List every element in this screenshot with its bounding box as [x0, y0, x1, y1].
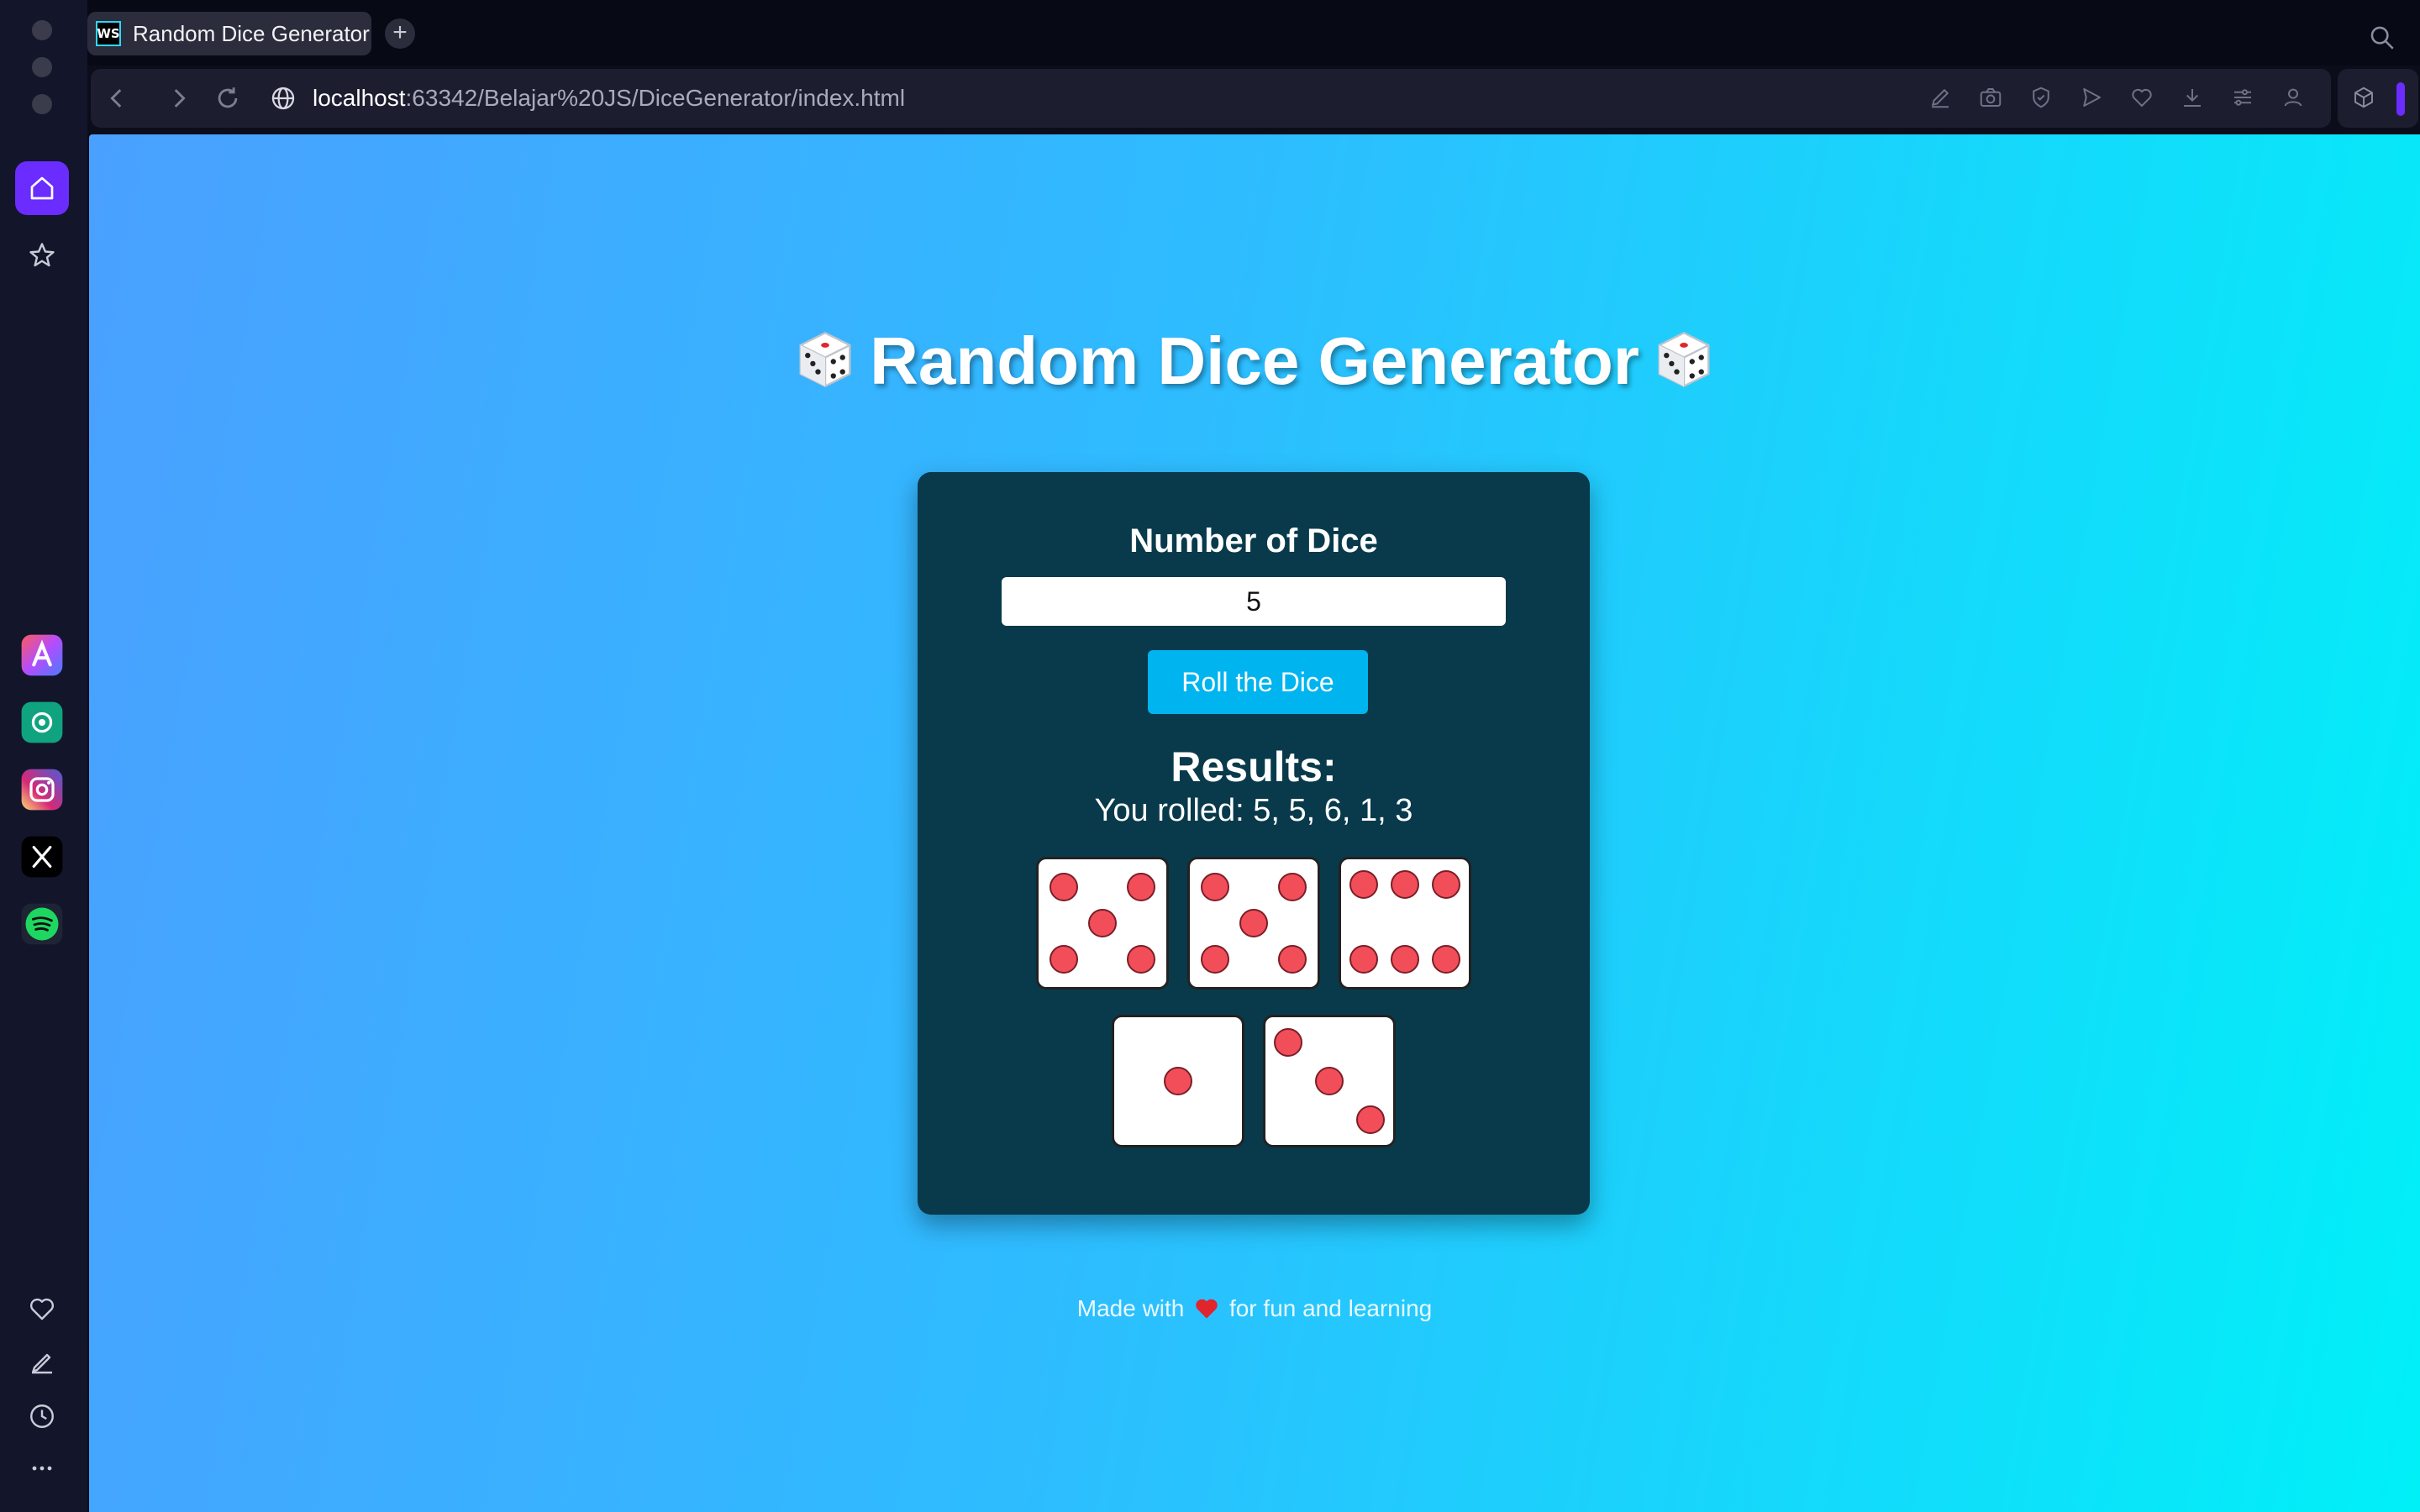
roll-dice-button[interactable]: Roll the Dice	[1148, 650, 1368, 714]
die-pip	[1274, 1028, 1303, 1058]
profile-icon[interactable]	[2281, 85, 2306, 110]
reload-icon[interactable]	[213, 84, 242, 113]
die-pip	[1431, 944, 1460, 974]
dice-emoji-icon	[799, 331, 851, 388]
die-pip	[1391, 870, 1419, 900]
die-face-2	[1187, 857, 1320, 990]
wishlist-button[interactable]	[15, 1282, 69, 1336]
webstorm-favicon-icon: WS	[96, 21, 121, 46]
die-pip	[1239, 909, 1268, 937]
window-close-button[interactable]	[32, 20, 52, 40]
camera-icon[interactable]	[1978, 85, 2003, 110]
forward-icon[interactable]	[165, 84, 193, 113]
shield-icon[interactable]	[2028, 85, 2054, 110]
more-icon	[32, 1466, 52, 1471]
new-tab-button[interactable]: +	[385, 18, 415, 49]
instagram-app-button[interactable]	[15, 763, 69, 816]
die-pip	[1126, 873, 1155, 902]
die-pip	[1126, 944, 1155, 974]
footer-text-after: for fun and learning	[1228, 1295, 1433, 1321]
tab-active[interactable]: WS Random Dice Generator	[87, 12, 371, 55]
die-pip	[1050, 873, 1079, 902]
die-pip	[1315, 1067, 1344, 1095]
die-pip	[1201, 944, 1230, 974]
notes-button[interactable]	[15, 1336, 69, 1389]
red-heart-icon	[1196, 1299, 1218, 1319]
number-of-dice-input[interactable]	[1002, 577, 1506, 626]
heart-icon[interactable]	[2129, 85, 2154, 110]
page-title: Random Dice Generator	[89, 323, 2420, 400]
die-face-5	[1263, 1015, 1396, 1147]
die-pip	[1088, 909, 1117, 937]
die-face-1	[1036, 857, 1169, 990]
x-app-button[interactable]	[15, 830, 69, 884]
download-icon[interactable]	[2180, 85, 2205, 110]
window-minimize-button[interactable]	[32, 57, 52, 77]
back-icon[interactable]	[103, 84, 131, 113]
home-icon	[30, 176, 54, 200]
footer: Made with for fun and learning	[89, 1295, 2420, 1322]
tab-strip	[87, 0, 2420, 66]
send-icon[interactable]	[2079, 85, 2104, 110]
spotify-app-icon	[21, 903, 63, 945]
die-face-4	[1112, 1015, 1244, 1147]
settings-icon[interactable]	[2230, 85, 2255, 110]
page-title-text: Random Dice Generator	[870, 323, 1639, 398]
history-button[interactable]	[15, 1389, 69, 1443]
die-pip	[1050, 944, 1079, 974]
number-of-dice-label: Number of Dice	[1129, 522, 1378, 559]
heart-icon	[30, 1298, 54, 1320]
clock-icon	[30, 1404, 54, 1428]
aria-app-button[interactable]	[15, 628, 69, 682]
aria-app-icon	[21, 634, 63, 676]
die-pip	[1277, 944, 1307, 974]
dice-emoji-icon	[1658, 331, 1710, 388]
page-viewport: Random Dice Generator Number of Dice Rol…	[89, 134, 2420, 1512]
tab-title: Random Dice Generator	[133, 20, 370, 46]
die-pip	[1164, 1067, 1192, 1095]
die-pip	[1277, 873, 1307, 902]
x-app-icon	[21, 836, 63, 878]
search-tabs-icon[interactable]	[2368, 24, 2396, 52]
spotify-app-button[interactable]	[15, 897, 69, 951]
instagram-app-icon	[21, 769, 63, 811]
results-heading: Results:	[1171, 743, 1337, 790]
home-button[interactable]	[15, 161, 69, 215]
die-face-3	[1339, 857, 1471, 990]
more-button[interactable]	[15, 1441, 69, 1495]
url-text[interactable]: localhost:63342/Belajar%20JS/DiceGenerat…	[313, 84, 905, 113]
die-pip	[1431, 870, 1460, 900]
cube-icon[interactable]	[2351, 85, 2376, 110]
star-icon	[29, 243, 55, 267]
chatgpt-app-icon	[21, 701, 63, 743]
favorites-button[interactable]	[15, 228, 69, 282]
window-maximize-button[interactable]	[32, 94, 52, 114]
die-pip	[1349, 870, 1379, 900]
browser-sidebar	[0, 0, 87, 1512]
url-path: :63342/Belajar%20JS/DiceGenerator/index.…	[405, 85, 906, 111]
dice-card: Number of Dice Roll the Dice Results: Yo…	[918, 472, 1590, 1215]
globe-icon	[271, 87, 295, 110]
extensions-area	[2338, 69, 2418, 128]
sidebar-indicator	[2396, 82, 2405, 116]
footer-text-before: Made with	[1076, 1295, 1185, 1321]
chatgpt-app-button[interactable]	[15, 696, 69, 749]
edit-icon	[32, 1353, 52, 1374]
die-pip	[1391, 944, 1419, 974]
die-pip	[1201, 873, 1230, 902]
edit-icon[interactable]	[1928, 85, 1953, 110]
die-pip	[1349, 944, 1379, 974]
url-host: localhost	[313, 85, 406, 111]
results-text: You rolled: 5, 5, 6, 1, 3	[1094, 793, 1413, 828]
die-pip	[1355, 1105, 1385, 1134]
